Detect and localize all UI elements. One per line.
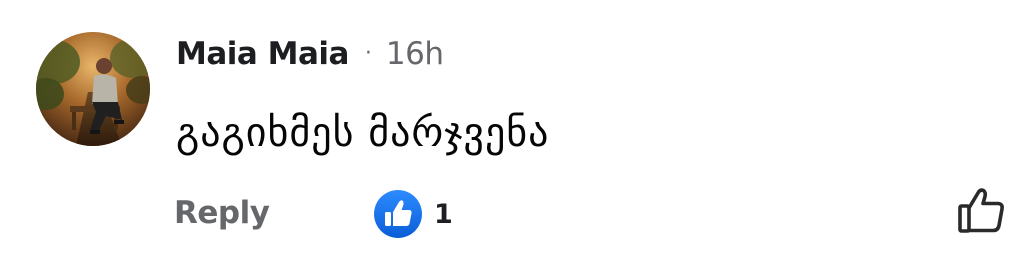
avatar[interactable] [36, 32, 150, 146]
reaction-count: 1 [434, 198, 453, 230]
reply-button[interactable]: Reply [174, 188, 270, 238]
author-name[interactable]: Maia Maia [176, 36, 349, 72]
separator-dot: · [364, 40, 372, 66]
comment-header: Maia Maia · 16h [176, 30, 444, 78]
timestamp[interactable]: 16h [386, 36, 444, 72]
reaction-summary[interactable]: 1 [374, 190, 453, 238]
thumbs-up-icon [374, 190, 422, 238]
thumbs-up-outline-icon [958, 188, 1004, 233]
like-button[interactable] [956, 184, 1008, 236]
comment-text: გაგიხმეს მარჯვენა [176, 110, 550, 156]
comment: Maia Maia · 16h გაგიხმეს მარჯვენა Reply … [0, 0, 1024, 279]
